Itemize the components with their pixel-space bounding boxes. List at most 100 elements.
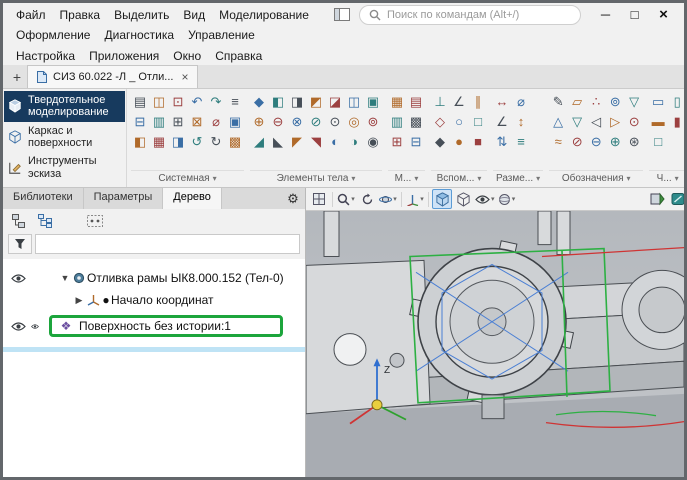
ribbon-tool-icon[interactable]: ⊘ [568,132,586,151]
ribbon-group-label[interactable]: Системная ▾ [131,170,244,187]
ribbon-tool-icon[interactable]: ≡ [512,132,530,151]
ribbon-tool-icon[interactable]: ⊚ [364,112,382,131]
ribbon-tool-icon[interactable]: ↺ [188,132,206,151]
minimize-button[interactable]: ─ [591,5,620,25]
tree-composition-button[interactable] [9,212,29,230]
ribbon-tool-icon[interactable]: ◤ [288,132,306,151]
model-canvas[interactable]: Z [306,211,684,477]
ribbon-tool-icon[interactable]: ⊛ [625,132,643,151]
visibility-eye-button[interactable] [9,271,27,285]
ribbon-tool-icon[interactable]: ▭ [649,92,667,111]
ribbon-tool-icon[interactable]: ◣ [269,132,287,151]
ribbon-tool-icon[interactable]: ⊙ [326,112,344,131]
filter-button[interactable] [8,234,32,254]
ribbon-tool-icon[interactable]: ◢ [250,132,268,151]
tree-search-input[interactable] [35,234,300,254]
tree-row-root[interactable]: ▼ Отливка рамы ЫК8.000.152 (Тел-0) [3,267,305,289]
ribbon-tool-icon[interactable]: ⊟ [407,132,425,151]
section-view-button[interactable] [647,189,667,209]
orientation-button[interactable]: ▾ [405,189,425,209]
ribbon-tool-icon[interactable]: ⊥ [431,92,449,111]
tree-row-origin[interactable]: ▶ ● Начало координат [3,289,305,311]
ribbon-tool-icon[interactable]: ◆ [431,132,449,151]
ribbon-tool-icon[interactable]: ▱ [568,92,586,111]
tab-close-icon[interactable]: × [179,70,188,84]
display-shaded-button[interactable] [432,189,452,209]
refresh-view-button[interactable] [357,189,377,209]
ribbon-tool-icon[interactable]: ⊖ [587,132,605,151]
ribbon-tool-icon[interactable]: ▥ [388,112,406,131]
menu-diagnostics[interactable]: Диагностика [97,26,181,44]
ribbon-group-label[interactable]: Ч... ▾ [649,170,684,187]
ribbon-tool-icon[interactable]: ⊗ [288,112,306,131]
ribbon-tool-icon[interactable]: ◇ [431,112,449,131]
ribbon-tool-icon[interactable]: ⌀ [207,112,225,131]
ribbon-tool-icon[interactable]: ◪ [326,92,344,111]
ribbon-tool-icon[interactable]: ◧ [131,132,149,151]
ribbon-tool-icon[interactable]: ◎ [345,112,363,131]
ribbon-tool-icon[interactable]: ◫ [345,92,363,111]
ribbon-tool-icon[interactable]: ▤ [131,92,149,111]
tab-libraries[interactable]: Библиотеки [3,188,84,209]
tree-origin-label[interactable]: Начало координат [111,293,214,307]
ribbon-tool-icon[interactable]: ▤ [407,92,425,111]
ribbon-group-label[interactable]: Разме... ▾ [493,170,544,187]
ribbon-tool-icon[interactable]: □ [649,132,667,151]
ribbon-tool-icon[interactable]: ↷ [207,92,225,111]
ribbon-group-label[interactable]: Обозначения ▾ [549,170,644,187]
panel-settings-button[interactable]: ⚙ [281,188,305,209]
tree-surface-label[interactable]: Поверхность без истории:1 [79,319,231,333]
ribbon-tool-icon[interactable]: ⊡ [169,92,187,111]
ribbon-tool-icon[interactable]: ⊙ [625,112,643,131]
tree-structure-button[interactable] [35,212,55,230]
ribbon-tool-icon[interactable]: ⊕ [606,132,624,151]
ribbon-tool-icon[interactable]: ⊟ [131,112,149,131]
expander-open-icon[interactable]: ▼ [59,273,71,283]
ribbon-tool-icon[interactable]: ⊖ [269,112,287,131]
ribbon-tool-icon[interactable]: △ [549,112,567,131]
mode-sketch-tools[interactable]: Инструменты эскиза [4,152,125,183]
ribbon-tool-icon[interactable]: □ [469,112,487,131]
ribbon-tool-icon[interactable]: ▩ [407,112,425,131]
ribbon-tool-icon[interactable]: ◨ [169,132,187,151]
tree-row-surface[interactable]: ❖ Поверхность без истории:1 [3,311,305,341]
orbit-button[interactable]: ▾ [378,189,398,209]
ribbon-tool-icon[interactable]: ▯ [668,92,684,111]
ribbon-group-label[interactable]: М... ▾ [388,170,425,187]
ribbon-tool-icon[interactable]: ↶ [188,92,206,111]
ribbon-tool-icon[interactable]: ▽ [625,92,643,111]
ribbon-tool-icon[interactable]: ◫ [150,92,168,111]
ribbon-tool-icon[interactable]: ◉ [364,132,382,151]
ribbon-tool-icon[interactable]: ◐ [326,132,344,151]
ribbon-tool-icon[interactable]: ◥ [307,132,325,151]
ribbon-tool-icon[interactable]: ◨ [288,92,306,111]
mode-wireframe-surfaces[interactable]: Каркас и поверхности [4,122,125,153]
document-tab[interactable]: СИЗ 60.022 -Л _ Отли... × [27,65,199,88]
ribbon-tool-icon[interactable]: ◩ [307,92,325,111]
ribbon-tool-icon[interactable]: ⊘ [307,112,325,131]
ribbon-group-label[interactable]: Вспом... ▾ [431,170,487,187]
ribbon-tool-icon[interactable]: ⊠ [188,112,206,131]
ribbon-tool-icon[interactable]: ● [450,132,468,151]
ribbon-tool-icon[interactable]: ↕ [512,112,530,131]
menu-view[interactable]: Вид [176,6,212,24]
menu-management[interactable]: Управление [181,26,262,44]
search-input[interactable] [387,8,571,21]
ribbon-tool-icon[interactable]: ≈ [549,132,567,151]
tree-relations-button[interactable] [85,212,105,230]
ribbon-tool-icon[interactable]: ⇅ [493,132,511,151]
ribbon-tool-icon[interactable]: ≡ [226,92,244,111]
ribbon-tool-icon[interactable]: ∴ [587,92,605,111]
ribbon-tool-icon[interactable]: ▬ [649,112,667,131]
ribbon-tool-icon[interactable]: ⊞ [169,112,187,131]
display-wireframe-button[interactable] [453,189,473,209]
ribbon-tool-icon[interactable]: ⊚ [606,92,624,111]
ribbon-group-label[interactable]: Элементы тела ▾ [250,170,382,187]
ribbon-tool-icon[interactable]: ▣ [364,92,382,111]
ribbon-tool-icon[interactable]: ▽ [568,112,586,131]
ribbon-tool-icon[interactable]: ↔ [493,92,511,111]
render-sphere-button[interactable]: ▾ [497,189,517,209]
ribbon-tool-icon[interactable]: ▦ [388,92,406,111]
ribbon-tool-icon[interactable]: ○ [450,112,468,131]
menu-decoration[interactable]: Оформление [9,26,97,44]
